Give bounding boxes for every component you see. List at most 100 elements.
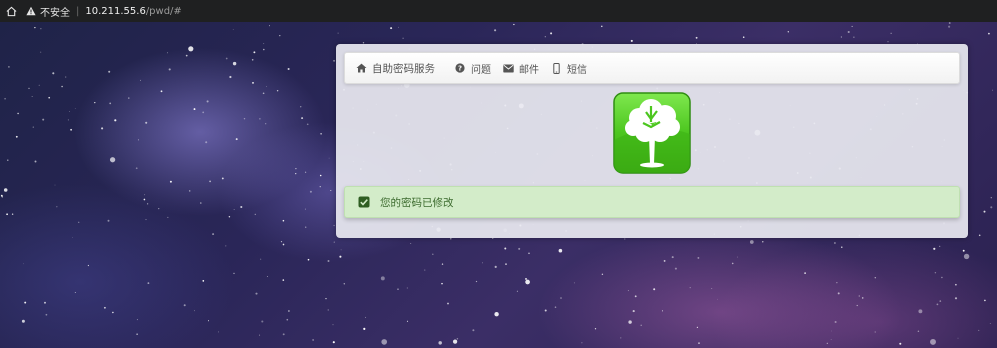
nav-item-questions[interactable]: ? 问题 <box>454 53 491 83</box>
star <box>72 237 73 238</box>
star <box>23 263 24 265</box>
star <box>144 194 146 196</box>
star <box>941 276 943 279</box>
star <box>147 203 149 205</box>
star <box>255 292 258 295</box>
star <box>674 267 677 270</box>
nav-brand[interactable]: 自助密码服务 <box>355 53 443 83</box>
star <box>343 283 345 285</box>
star <box>836 282 838 284</box>
nav-item-email[interactable]: 邮件 <box>502 53 539 83</box>
star <box>957 337 959 339</box>
star <box>6 213 8 216</box>
star <box>3 188 8 192</box>
star <box>167 52 168 54</box>
star <box>544 36 546 38</box>
star <box>858 295 860 297</box>
star <box>456 337 459 340</box>
question-circle-icon: ? <box>454 62 466 74</box>
alert-message: 您的密码已修改 <box>380 196 454 209</box>
star <box>963 253 970 260</box>
star <box>933 247 936 250</box>
star <box>934 271 937 274</box>
star <box>276 89 279 92</box>
star <box>31 96 33 97</box>
star <box>282 243 285 246</box>
star <box>40 28 42 30</box>
star <box>327 260 330 262</box>
star <box>42 118 45 121</box>
star <box>268 25 270 27</box>
star <box>135 167 138 170</box>
nav-item-sms[interactable]: 短信 <box>550 53 587 83</box>
star <box>787 31 789 33</box>
star <box>653 288 656 291</box>
star <box>847 30 850 34</box>
star <box>601 273 604 275</box>
star <box>65 76 67 78</box>
star <box>279 35 281 37</box>
star <box>516 290 518 292</box>
star <box>328 157 330 159</box>
star <box>193 108 196 111</box>
home-icon[interactable] <box>2 0 20 22</box>
home-icon <box>355 62 367 74</box>
star <box>762 241 764 243</box>
star <box>304 171 307 173</box>
star <box>221 177 224 180</box>
star <box>183 304 186 307</box>
star <box>640 324 642 327</box>
star <box>917 330 920 332</box>
security-label[interactable]: 不安全 <box>40 4 70 19</box>
star <box>573 282 575 284</box>
check-square-icon <box>358 196 370 208</box>
star <box>840 36 842 38</box>
star <box>34 26 36 29</box>
star <box>128 97 130 99</box>
star <box>581 342 583 344</box>
star <box>558 248 563 253</box>
url-host[interactable]: 10.211.55.6 <box>85 6 145 17</box>
star <box>632 310 635 313</box>
star <box>137 139 139 141</box>
star <box>634 295 637 298</box>
star <box>978 234 981 237</box>
star <box>620 337 622 339</box>
star <box>44 301 46 304</box>
star <box>309 190 312 193</box>
star <box>202 280 205 282</box>
star <box>202 111 205 114</box>
star <box>212 233 215 236</box>
star <box>312 339 314 341</box>
star <box>286 318 289 321</box>
star <box>205 141 208 144</box>
star <box>494 311 499 317</box>
star <box>260 258 262 260</box>
star <box>67 119 69 121</box>
star <box>282 333 285 336</box>
star <box>218 331 219 333</box>
star <box>337 32 339 34</box>
star <box>87 264 89 267</box>
star <box>560 297 562 299</box>
envelope-icon <box>502 62 514 74</box>
star <box>930 338 936 345</box>
star <box>333 241 335 243</box>
star <box>259 334 261 336</box>
star <box>306 123 309 126</box>
star <box>544 309 547 312</box>
address-bar[interactable]: 不安全 | 10.211.55.6 /pwd/# <box>0 0 997 23</box>
star <box>243 117 246 120</box>
star <box>17 112 19 115</box>
warning-icon[interactable] <box>26 6 36 16</box>
star <box>266 86 267 87</box>
star <box>697 256 700 259</box>
star <box>330 189 332 192</box>
nav-item-label: 邮件 <box>519 64 539 76</box>
star <box>630 39 633 42</box>
url-path[interactable]: /pwd/# <box>146 6 182 17</box>
star <box>32 126 34 128</box>
star <box>601 25 603 28</box>
star <box>424 269 426 271</box>
star <box>899 342 902 345</box>
